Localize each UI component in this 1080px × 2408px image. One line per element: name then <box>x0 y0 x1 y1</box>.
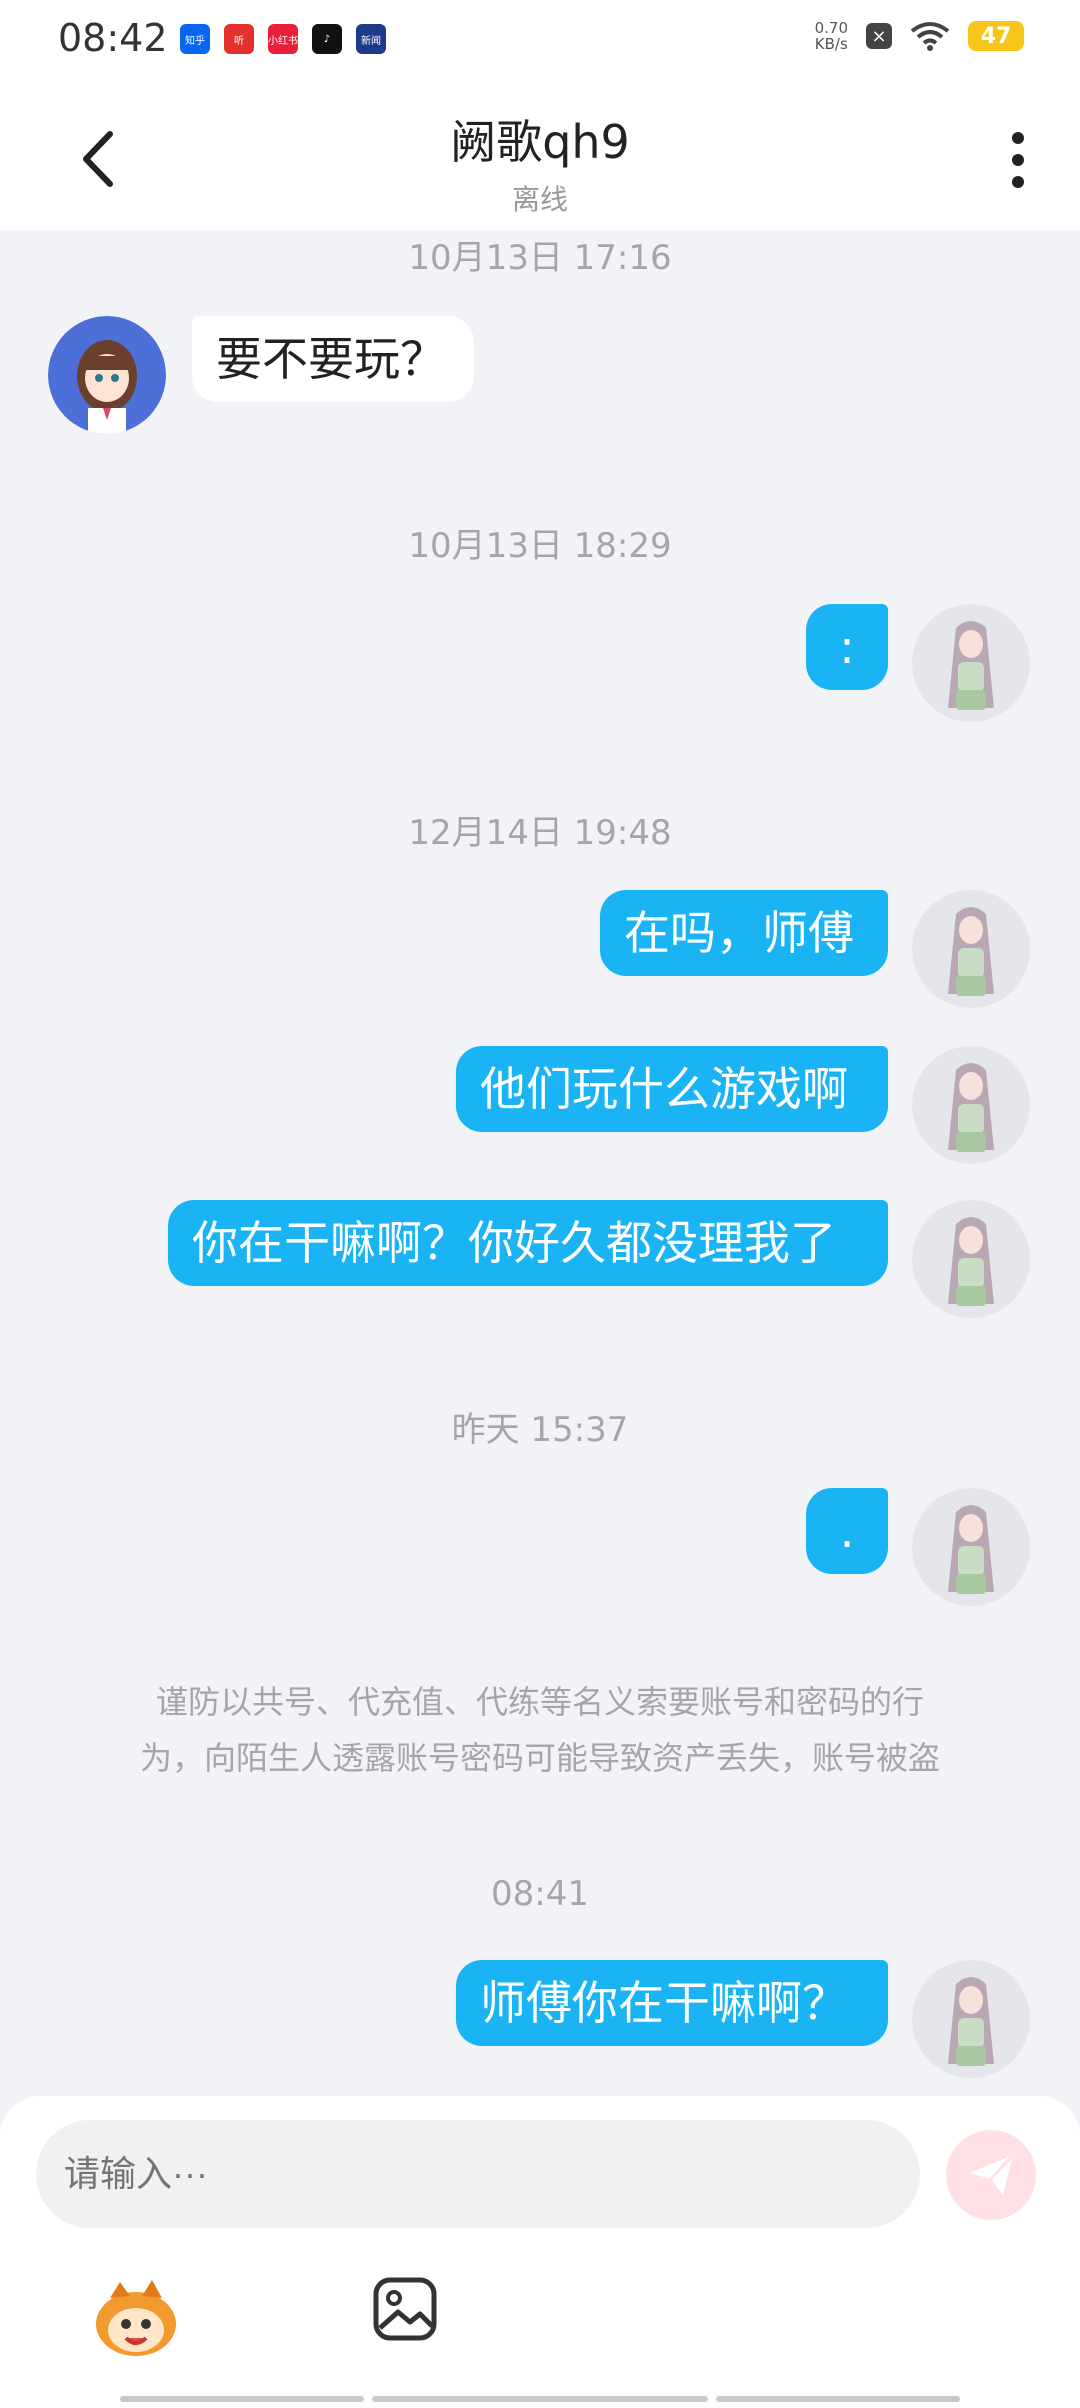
user-avatar[interactable] <box>912 604 1030 722</box>
zhihu-icon: 知乎 <box>180 24 210 54</box>
user-avatar[interactable] <box>912 890 1030 1008</box>
nav-indicator <box>120 2396 364 2402</box>
image-picker-button[interactable] <box>372 2276 438 2342</box>
user-avatar[interactable] <box>912 1046 1030 1164</box>
notification-icons: 知乎 听 小红书 ♪ 新闻 <box>180 24 386 54</box>
status-bar: 08:42 知乎 听 小红书 ♪ 新闻 0.70 KB/s × 47 <box>0 0 1080 84</box>
send-button[interactable] <box>946 2130 1036 2220</box>
outgoing-message-bubble[interactable]: 他们玩什么游戏啊 <box>456 1046 888 1132</box>
emoji-button[interactable] <box>90 2272 182 2364</box>
outgoing-message-bubble[interactable]: . <box>806 1488 888 1574</box>
nav-indicator <box>372 2396 708 2402</box>
chat-area[interactable]: 10月13日 17:16 要不要玩？ 10月13日 18:29 : 12月14日… <box>0 230 1080 2100</box>
notice-line-2: 为，向陌生人透露账号密码可能导致资产丢失，账号被盗 <box>139 1739 940 1777</box>
timestamp: 昨天 15:37 <box>451 1410 629 1450</box>
online-status: 离线 <box>511 183 568 216</box>
message-input[interactable] <box>36 2120 920 2228</box>
outgoing-message-bubble[interactable]: 师傅你在干嘛啊？ <box>456 1960 888 2046</box>
listen-icon: 听 <box>224 24 254 54</box>
outgoing-message-bubble[interactable]: 你在干嘛啊？你好久都没理我了 <box>168 1200 888 1286</box>
incoming-message-bubble[interactable]: 要不要玩？ <box>192 316 474 402</box>
user-avatar[interactable] <box>912 1200 1030 1318</box>
security-notice: 谨防以共号、代充值、代练等名义索要账号和密码的行 为，向陌生人透露账号密码可能导… <box>80 1674 1000 1786</box>
net-speed-value: 0.70 <box>814 19 848 37</box>
xiaohongshu-icon: 小红书 <box>268 24 298 54</box>
status-time: 08:42 <box>58 16 168 60</box>
nav-indicator <box>716 2396 960 2402</box>
more-options-button[interactable] <box>1008 130 1028 190</box>
timestamp: 10月13日 18:29 <box>408 526 672 566</box>
composer-panel <box>0 2096 1080 2408</box>
user-avatar[interactable] <box>912 1960 1030 2078</box>
outgoing-message-bubble[interactable]: : <box>806 604 888 690</box>
contact-avatar[interactable] <box>48 316 166 434</box>
battery-indicator: 47 <box>968 21 1024 51</box>
timestamp: 08:41 <box>491 1874 589 1914</box>
outgoing-message-bubble[interactable]: 在吗，师傅 <box>600 890 888 976</box>
wifi-icon <box>910 22 950 51</box>
user-avatar[interactable] <box>912 1488 1030 1606</box>
send-icon <box>969 2153 1015 2195</box>
header-title-group: 阙歌qh9 离线 <box>0 106 1080 218</box>
net-speed-unit: KB/s <box>814 35 848 53</box>
notice-line-1: 谨防以共号、代充值、代练等名义索要账号和密码的行 <box>155 1683 924 1721</box>
network-speed: 0.70 KB/s <box>815 20 848 52</box>
timestamp: 12月14日 19:48 <box>408 813 672 853</box>
sim-off-icon: × <box>866 23 892 49</box>
timestamp: 10月13日 17:16 <box>408 238 672 278</box>
status-indicators: 0.70 KB/s × 47 <box>815 20 1024 52</box>
contact-name: 阙歌qh9 <box>450 115 630 169</box>
news-icon: 新闻 <box>356 24 386 54</box>
tiktok-icon: ♪ <box>312 24 342 54</box>
chat-header: 阙歌qh9 离线 <box>0 84 1080 230</box>
